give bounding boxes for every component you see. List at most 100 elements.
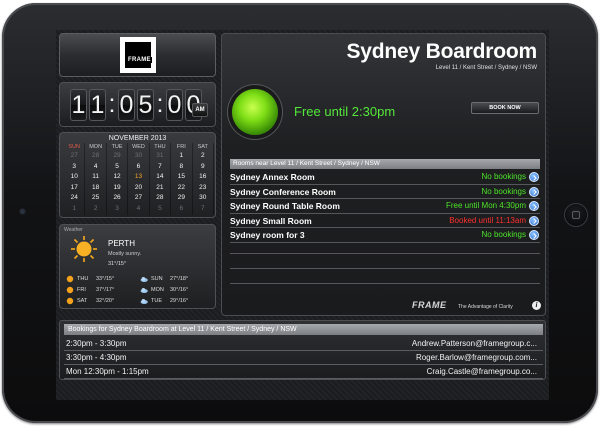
chevron-right-icon[interactable] xyxy=(529,201,539,211)
calendar-date[interactable]: 2 xyxy=(193,151,214,162)
calendar-date[interactable]: 16 xyxy=(193,172,214,183)
clock: 11:05:00 AM xyxy=(59,82,216,127)
calendar-date[interactable]: 3 xyxy=(107,203,129,215)
forecast-temp: 32°/20° xyxy=(96,298,115,304)
booking-organizer: Craig.Castle@framegroup.co... xyxy=(426,367,537,376)
calendar-date[interactable]: 29 xyxy=(171,193,193,204)
room-title: Sydney Boardroom xyxy=(346,40,537,63)
footer-tagline: The Advantage of Clarity xyxy=(458,304,513,310)
calendar-date[interactable]: 19 xyxy=(107,182,129,194)
calendar-date[interactable]: 30 xyxy=(128,151,150,162)
calendar-date[interactable]: 8 xyxy=(171,161,193,173)
calendar-date[interactable]: 7 xyxy=(193,203,214,215)
forecast-item: TUE 29°/16° xyxy=(140,296,214,306)
calendar-date[interactable]: 1 xyxy=(64,203,86,215)
calendar-day-header: SAT xyxy=(193,143,214,151)
nearby-room-row[interactable]: Sydney Small Room Booked until 11:13am xyxy=(230,214,540,228)
book-now-button[interactable]: BOOK NOW xyxy=(471,102,539,114)
calendar-date[interactable]: 18 xyxy=(85,182,107,194)
weather-label: Weather xyxy=(64,227,83,233)
calendar-date[interactable]: 21 xyxy=(150,182,172,194)
forecast-temp: 37°/17° xyxy=(96,287,115,293)
calendar-date[interactable]: 15 xyxy=(171,172,193,183)
clock-digit: 5 xyxy=(137,89,154,121)
calendar-date[interactable]: 12 xyxy=(107,172,129,183)
calendar-date[interactable]: 27 xyxy=(128,193,150,204)
sun-icon xyxy=(66,275,74,283)
calendar-date[interactable]: 11 xyxy=(85,172,107,183)
chevron-right-icon[interactable] xyxy=(529,215,539,226)
calendar-date[interactable]: 25 xyxy=(85,193,107,204)
calendar-date[interactable]: 6 xyxy=(128,161,150,173)
calendar-date[interactable]: 26 xyxy=(107,193,129,204)
calendar-date[interactable]: 17 xyxy=(64,182,86,194)
nearby-room-name: Sydney Round Table Room xyxy=(230,201,340,211)
calendar-date[interactable]: 4 xyxy=(85,161,107,173)
nearby-room-status: Free until Mon 4:30pm xyxy=(445,201,526,210)
clock-digit: 1 xyxy=(70,89,87,121)
nearby-room-name: Sydney Conference Room xyxy=(230,186,336,197)
weather-city: PERTH xyxy=(108,239,135,248)
calendar-date[interactable]: 31 xyxy=(150,151,172,162)
calendar-title: NOVEMBER 2013 xyxy=(108,135,167,142)
calendar-date[interactable]: 23 xyxy=(193,182,214,194)
calendar-date[interactable]: 6 xyxy=(171,203,193,215)
booking-row[interactable]: Mon 12:30pm - 1:15pm Craig.Castle@framegr… xyxy=(64,365,543,379)
forecast-item: SUN 27°/18° xyxy=(140,274,214,284)
calendar-date[interactable]: 5 xyxy=(107,161,129,173)
booking-row[interactable]: 3:30pm - 4:30pm Roger.Barlow@framegroup.c… xyxy=(64,351,543,365)
cloud-icon xyxy=(140,299,148,304)
home-button[interactable] xyxy=(565,204,587,226)
chevron-right-icon[interactable] xyxy=(529,230,539,240)
room-location: Level 11 / Kent Street / Sydney / NSW xyxy=(435,65,537,71)
calendar-date[interactable]: 30 xyxy=(193,193,214,204)
calendar-date[interactable]: 24 xyxy=(64,193,86,204)
calendar-day-header: TUE xyxy=(107,143,129,151)
forecast-temp: 33°/15° xyxy=(96,276,115,282)
calendar-date[interactable]: 4 xyxy=(128,203,150,215)
sun-icon xyxy=(71,236,97,262)
clock-digit: 1 xyxy=(89,89,106,121)
nearby-room-row[interactable]: Sydney room for 3 No bookings xyxy=(230,228,540,243)
calendar-date[interactable]: 9 xyxy=(193,161,214,173)
info-icon[interactable]: i xyxy=(532,301,541,310)
camera-lens xyxy=(20,209,25,214)
calendar-date[interactable]: 3 xyxy=(64,161,86,173)
clock-ampm: AM xyxy=(192,103,208,117)
clock-digit: 0 xyxy=(118,89,135,121)
chevron-right-icon[interactable] xyxy=(529,186,539,197)
weather-widget: Weather PERTH Mostly sunny. 31°/15° THU 3… xyxy=(59,224,216,309)
chevron-right-icon[interactable] xyxy=(529,172,539,182)
calendar-day-header: SUN xyxy=(64,143,86,151)
nearby-room-row[interactable]: Sydney Round Table Room Free until Mon 4:… xyxy=(230,199,540,214)
calendar-day-header: MON xyxy=(85,143,107,151)
calendar-date[interactable]: 27 xyxy=(64,151,86,162)
nearby-room-row[interactable]: Sydney Conference Room No bookings xyxy=(230,185,540,199)
calendar-date[interactable]: 7 xyxy=(150,161,172,173)
status-light xyxy=(232,89,278,135)
calendar-date[interactable]: 22 xyxy=(171,182,193,194)
nearby-room-row[interactable]: Sydney Annex Room No bookings xyxy=(230,170,540,185)
logo-panel: FRAME xyxy=(59,33,216,77)
calendar-date[interactable]: 10 xyxy=(64,172,86,183)
forecast-day: SUN xyxy=(151,276,163,282)
calendar-date[interactable]: 28 xyxy=(85,151,107,162)
forecast-day: MON xyxy=(151,287,164,293)
calendar-day-header: THU xyxy=(150,143,172,151)
room-panel: Sydney Boardroom Level 11 / Kent Street … xyxy=(221,33,546,316)
calendar-date[interactable]: 28 xyxy=(150,193,172,204)
clock-digit: 0 xyxy=(166,89,183,121)
calendar-date[interactable]: 1 xyxy=(171,151,193,162)
calendar-date[interactable]: 14 xyxy=(150,172,172,183)
calendar-date[interactable]: 2 xyxy=(85,203,107,215)
calendar-date[interactable]: 5 xyxy=(150,203,172,215)
booking-time: 2:30pm - 3:30pm xyxy=(66,339,127,348)
booking-row[interactable]: 2:30pm - 3:30pm Andrew.Patterson@framegro… xyxy=(64,337,543,351)
calendar-date[interactable]: 13 xyxy=(128,172,150,183)
nearby-room-status: Booked until 11:13am xyxy=(449,215,526,225)
calendar-date[interactable]: 29 xyxy=(107,151,129,162)
clock-colon: : xyxy=(156,90,164,118)
calendar-date[interactable]: 20 xyxy=(128,182,150,194)
cloud-icon xyxy=(140,288,148,293)
nearby-rooms-header: Rooms near Level 11 / Kent Street / Sydn… xyxy=(230,159,540,169)
